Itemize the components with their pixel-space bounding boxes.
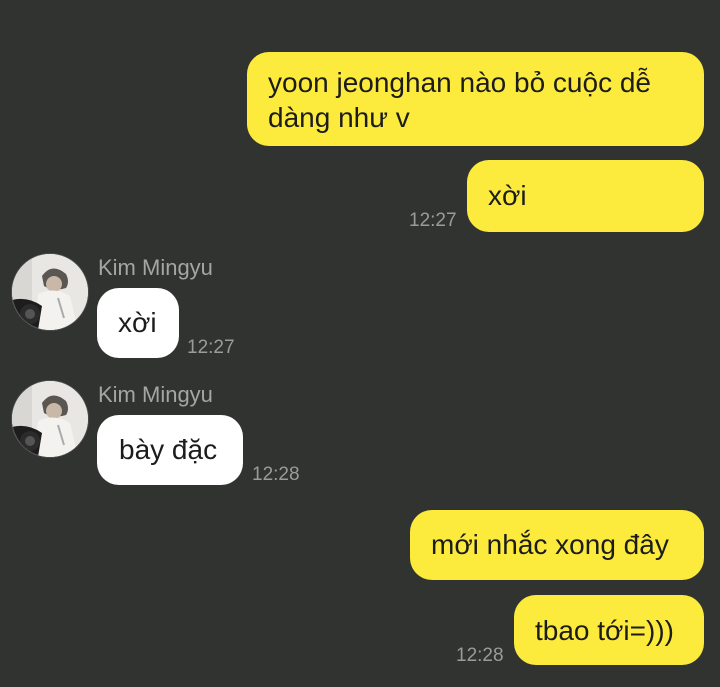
message-text: bày đặc [119, 434, 218, 465]
message-bubble-incoming[interactable]: xời [97, 288, 179, 358]
message-text: yoon jeonghan nào bỏ cuộc dễ dàng như v [268, 67, 651, 133]
message-bubble-outgoing[interactable]: mới nhắc xong đây [410, 510, 704, 580]
message-timestamp: 12:28 [252, 464, 300, 485]
message-text: xời [118, 307, 157, 338]
avatar[interactable] [12, 254, 88, 330]
message-text: mới nhắc xong đây [431, 529, 669, 560]
message-timestamp: 12:27 [187, 337, 235, 358]
sender-name: Kim Mingyu [98, 255, 213, 280]
profile-photo-icon [12, 381, 88, 457]
profile-photo-icon [12, 254, 88, 330]
avatar[interactable] [12, 381, 88, 457]
message-bubble-outgoing[interactable]: xời [467, 160, 704, 232]
message-text: xời [488, 180, 527, 211]
message-text: tbao tới=))) [535, 615, 674, 646]
message-bubble-outgoing[interactable]: tbao tới=))) [514, 595, 704, 665]
sender-name: Kim Mingyu [98, 382, 213, 407]
message-timestamp: 12:28 [456, 645, 504, 666]
message-bubble-outgoing[interactable]: yoon jeonghan nào bỏ cuộc dễ dàng như v [247, 52, 704, 146]
message-timestamp: 12:27 [409, 210, 457, 231]
message-bubble-incoming[interactable]: bày đặc [97, 415, 243, 485]
